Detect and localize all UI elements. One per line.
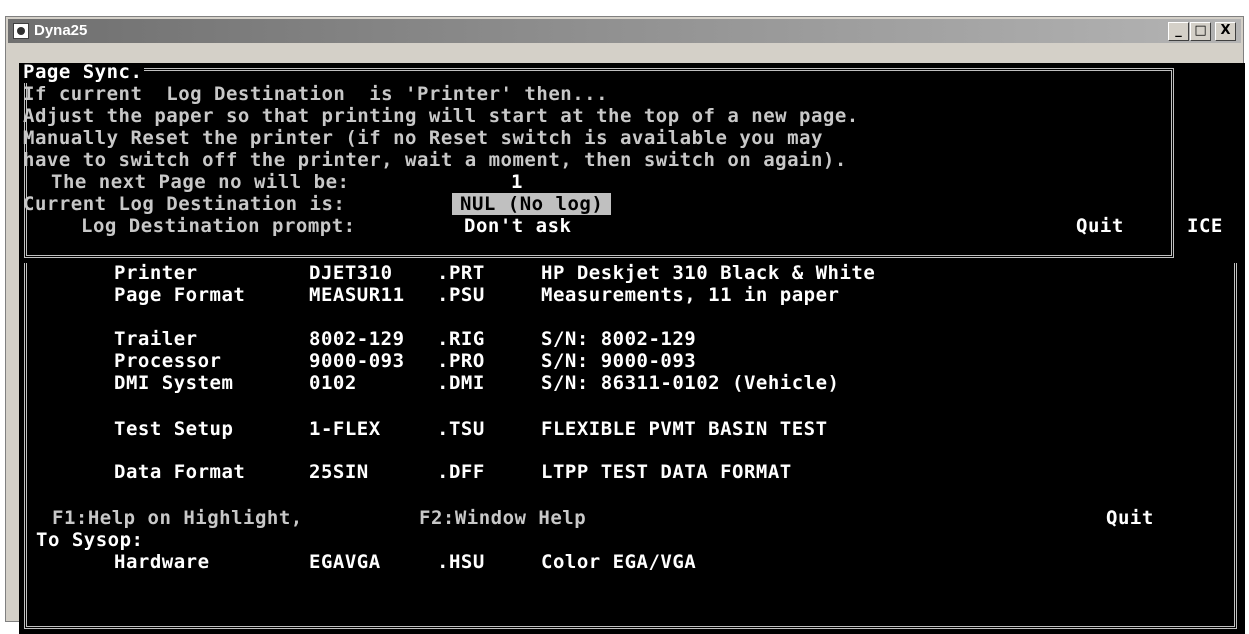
dialog-line: If current Log Destination is 'Printer' … (23, 83, 609, 105)
config-label: Printer (114, 262, 198, 284)
minimize-button[interactable]: _ (1168, 22, 1189, 41)
config-ext: .PSU (437, 284, 485, 306)
config-ext: .TSU (437, 418, 485, 440)
screen-border (24, 263, 1237, 629)
config-desc: S/N: 86311-0102 (Vehicle) (541, 372, 840, 394)
next-page-value[interactable]: 1 (511, 171, 523, 193)
config-label: Processor (114, 350, 222, 372)
maximize-button[interactable]: □ (1190, 22, 1211, 41)
config-label: Page Format (114, 284, 246, 306)
config-desc: LTPP TEST DATA FORMAT (541, 461, 792, 483)
close-button[interactable]: X (1215, 22, 1236, 41)
title-bar[interactable]: Dyna25 _ □ X (8, 19, 1241, 43)
dialog-title: Page Sync. (23, 63, 145, 83)
dialog-line: Adjust the paper so that printing will s… (23, 105, 859, 127)
dialog-quit-button[interactable]: Quit (1076, 215, 1124, 237)
config-desc: S/N: 9000-093 (541, 350, 697, 372)
config-desc: HP Deskjet 310 Black & White (541, 262, 876, 284)
config-label: Data Format (114, 461, 246, 483)
config-file[interactable]: 8002-129 (309, 328, 405, 350)
config-file[interactable]: 1-FLEX (309, 418, 381, 440)
current-dest-label: Current Log Destination is: (23, 193, 346, 215)
app-window: Dyna25 _ □ X Page Sync. If current Log D… (5, 16, 1245, 634)
sysop-label: To Sysop: (36, 529, 144, 551)
config-ext: .PRT (437, 262, 485, 284)
current-dest-field[interactable]: NUL (No log) (452, 193, 612, 215)
config-file[interactable]: 0102 (309, 372, 357, 394)
dialog-line: have to switch off the printer, wait a m… (23, 149, 847, 171)
prompt-value[interactable]: Don't ask (464, 215, 571, 237)
config-ext: .RIG (437, 328, 485, 350)
config-label: DMI System (114, 372, 234, 394)
config-desc: S/N: 8002-129 (541, 328, 697, 350)
config-file[interactable]: MEASUR11 (309, 284, 405, 306)
window-title: Dyna25 (34, 22, 88, 39)
right-partial-text: ICE (1187, 215, 1223, 237)
console-screen[interactable]: Page Sync. If current Log Destination is… (19, 63, 1245, 634)
hardware-ext: .HSU (437, 551, 485, 573)
config-file[interactable]: 9000-093 (309, 350, 405, 372)
app-icon[interactable] (13, 23, 29, 39)
config-desc: Measurements, 11 in paper (541, 284, 840, 306)
prompt-label: Log Destination prompt: (81, 215, 356, 237)
config-desc: FLEXIBLE PVMT BASIN TEST (541, 418, 828, 440)
f2-window-help-hint[interactable]: F2:Window Help (419, 507, 586, 529)
config-ext: .PRO (437, 350, 485, 372)
next-page-label: The next Page no will be: (51, 171, 350, 193)
dialog-line: Manually Reset the printer (if no Reset … (23, 127, 823, 149)
f1-help-hint[interactable]: F1:Help on Highlight, (52, 507, 303, 529)
config-label: Trailer (114, 328, 198, 350)
config-file[interactable]: 25SIN (309, 461, 369, 483)
hardware-file[interactable]: EGAVGA (309, 551, 381, 573)
hardware-desc: Color EGA/VGA (541, 551, 697, 573)
config-ext: .DMI (437, 372, 485, 394)
config-label: Test Setup (114, 418, 234, 440)
config-ext: .DFF (437, 461, 485, 483)
footer-quit-button[interactable]: Quit (1106, 507, 1154, 529)
config-file[interactable]: DJET310 (309, 262, 393, 284)
hardware-label: Hardware (114, 551, 210, 573)
